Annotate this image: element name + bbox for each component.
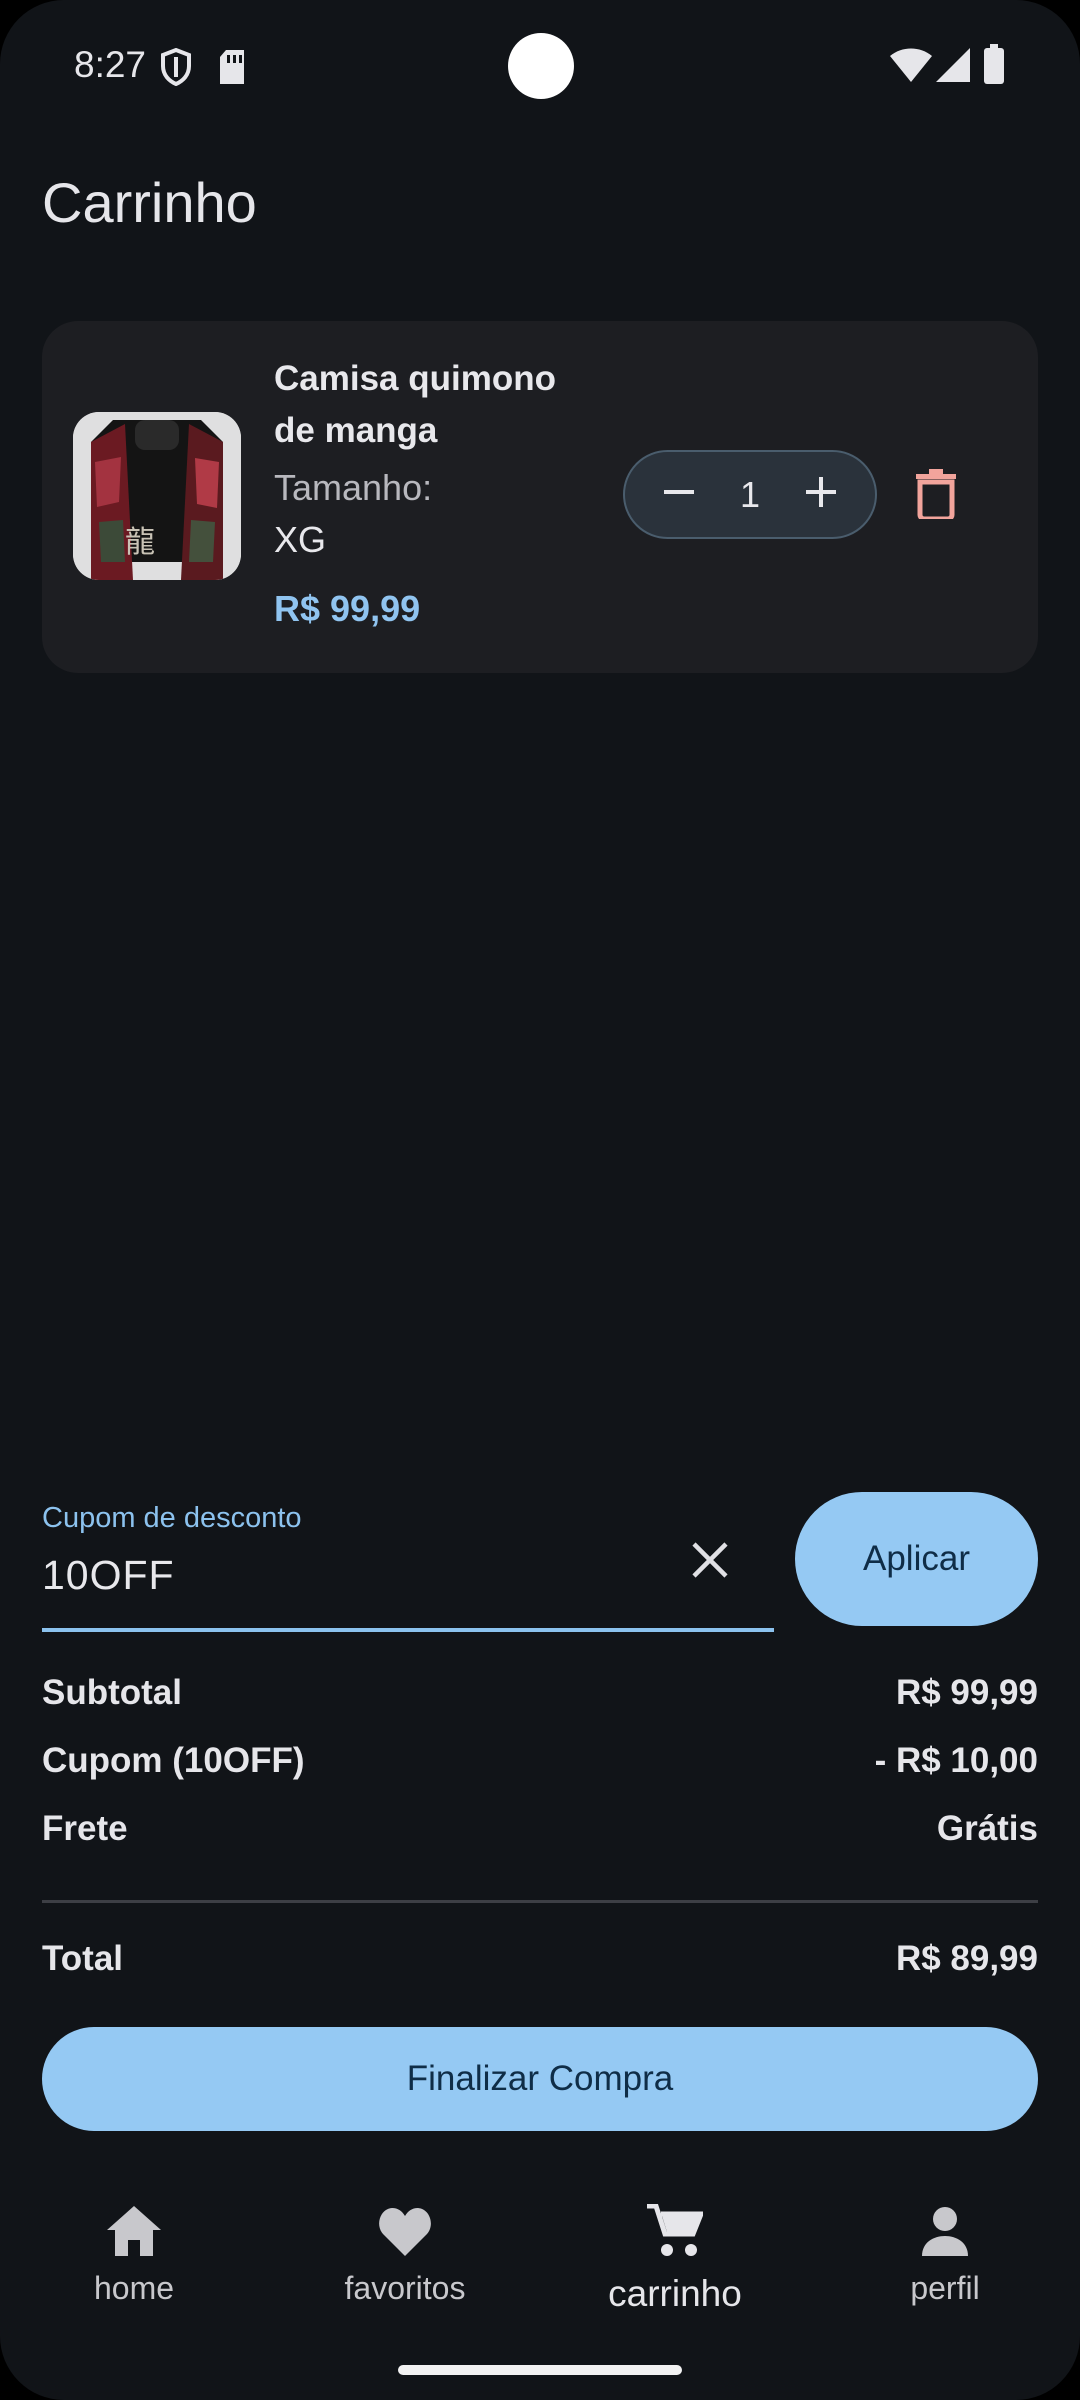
delete-item-button[interactable] (916, 469, 956, 524)
subtotal-row: Subtotal R$ 99,99 (42, 1673, 1038, 1713)
shipping-label: Frete (42, 1809, 128, 1848)
apply-coupon-button[interactable]: Aplicar (795, 1492, 1038, 1626)
decrease-quantity-button[interactable] (639, 452, 719, 537)
nav-item-home[interactable]: home (34, 2206, 234, 2307)
cart-icon (575, 2203, 775, 2267)
nav-label-carrinho: carrinho (608, 2273, 742, 2314)
nav-item-carrinho[interactable]: carrinho (575, 2203, 775, 2315)
clear-coupon-button[interactable] (688, 1538, 732, 1587)
shield-icon (160, 47, 192, 91)
page-title: Carrinho (42, 171, 257, 234)
coupon-input[interactable] (42, 1552, 622, 1599)
subtotal-label: Subtotal (42, 1673, 182, 1712)
total-row: Total R$ 89,99 (42, 1939, 1038, 1979)
home-icon (34, 2206, 234, 2264)
person-icon (845, 2206, 1045, 2264)
coupon-discount-label: Cupom (10OFF) (42, 1741, 305, 1780)
svg-text:龍: 龍 (125, 525, 155, 560)
nav-item-favoritos[interactable]: favoritos (305, 2206, 505, 2307)
sd-card-icon (218, 50, 246, 89)
checkout-button[interactable]: Finalizar Compra (42, 2027, 1038, 2131)
size-label: Tamanho: (274, 467, 433, 508)
trash-icon (916, 469, 956, 523)
total-value: R$ 89,99 (895, 1939, 1038, 1978)
close-icon (688, 1542, 732, 1586)
nav-item-perfil[interactable]: perfil (845, 2206, 1045, 2307)
shipping-row: Frete Grátis (42, 1809, 1038, 1849)
quantity-stepper: 1 (623, 450, 877, 539)
quantity-value: 1 (739, 474, 761, 515)
shipping-value: Grátis (936, 1809, 1038, 1848)
nav-label-home: home (93, 2270, 175, 2306)
gesture-home-indicator[interactable] (398, 2365, 682, 2375)
wifi-icon (890, 48, 932, 87)
product-image[interactable]: 龍 (73, 412, 241, 580)
coupon-discount-row: Cupom (10OFF) - R$ 10,00 (42, 1741, 1038, 1781)
product-price: R$ 99,99 (274, 588, 421, 629)
increase-quantity-button[interactable] (781, 452, 861, 537)
minus-icon (664, 477, 694, 512)
product-name[interactable]: Camisa quimono de manga (274, 353, 604, 457)
nav-label-perfil: perfil (910, 2270, 980, 2306)
total-label: Total (42, 1939, 124, 1978)
nav-label-favoritos: favoritos (344, 2270, 466, 2306)
coupon-discount-value: - R$ 10,00 (874, 1741, 1038, 1780)
subtotal-value: R$ 99,99 (895, 1673, 1038, 1712)
coupon-field-label: Cupom de desconto (42, 1502, 302, 1534)
heart-icon (305, 2206, 505, 2264)
signal-icon (936, 48, 970, 87)
cart-item-card: 龍 Camisa quimono de manga Tamanho: XG R$… (42, 321, 1038, 673)
status-time: 8:27 (74, 44, 147, 85)
status-bar: 8:27 (0, 0, 1080, 132)
phone-screen: 8:27 Carrinho 龍 Camisa quimono de manga … (0, 0, 1080, 2400)
size-value: XG (274, 519, 327, 560)
plus-icon (806, 477, 836, 512)
summary-divider (42, 1900, 1038, 1903)
battery-icon (984, 44, 1004, 89)
coupon-input-underline (42, 1628, 774, 1632)
front-camera (508, 33, 574, 99)
